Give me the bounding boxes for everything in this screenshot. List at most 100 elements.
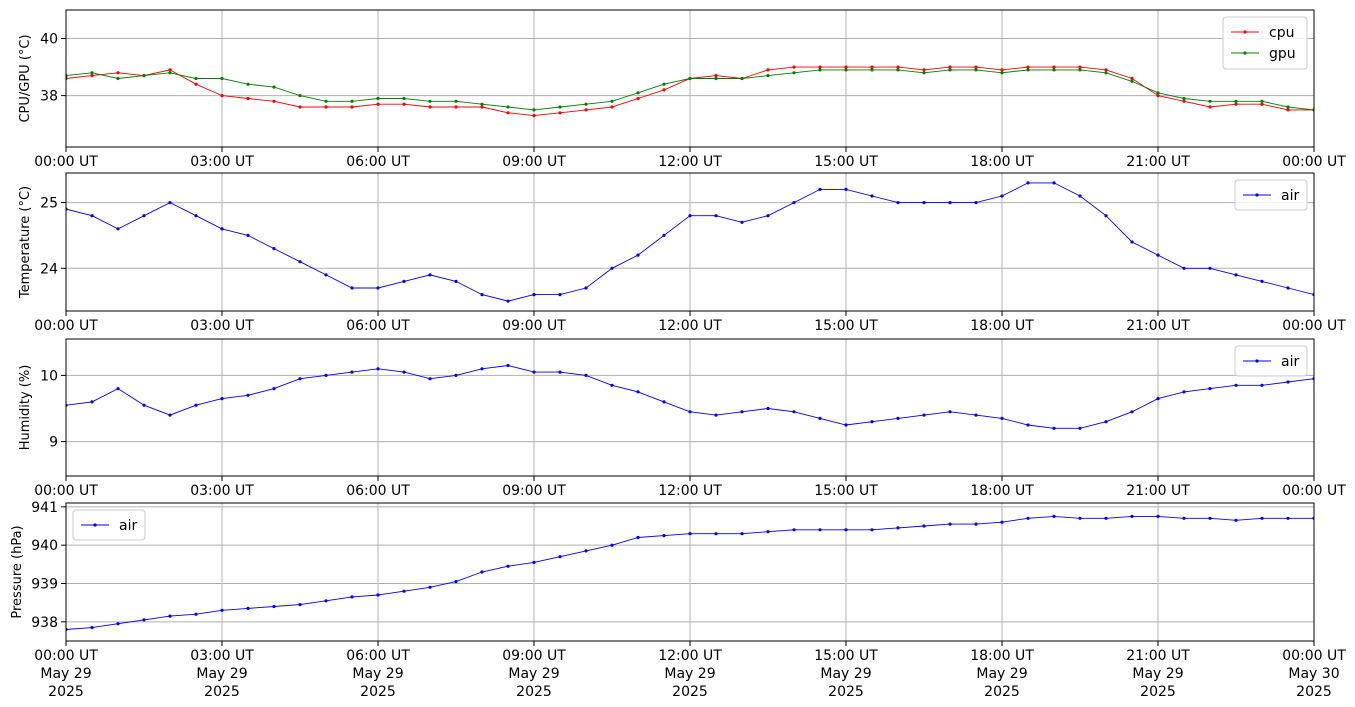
data-point-air [298,603,302,607]
data-point-air [662,400,666,404]
data-point-air [896,416,900,420]
data-point-air [662,534,666,538]
data-point-air [714,532,718,536]
legend-marker-air [93,523,97,527]
data-point-air [1130,240,1134,244]
x-year-label: 2025 [828,684,864,700]
data-point-cpu [168,68,172,72]
data-point-air [454,373,458,377]
data-point-cpu [116,71,120,75]
data-point-air [1000,194,1004,198]
data-point-gpu [818,68,822,72]
data-point-cpu [636,96,640,101]
data-point-gpu [792,71,796,75]
x-tick-label: 12:00 UT [658,483,722,499]
legend-marker-air [1255,359,1259,363]
data-point-air [974,201,978,205]
data-point-air [194,403,198,407]
data-point-cpu [428,105,432,109]
data-point-air [1208,516,1212,520]
data-point-gpu [974,68,978,72]
figure: 00:00 UT 03:00 UT 06:00 UT 09:00 UT 12:00 UT… [10,9,1346,700]
data-point-cpu [90,74,94,78]
data-point-air [584,373,588,377]
y-tick-label: 9 [49,435,58,451]
data-point-air [870,528,874,532]
data-point-air [1208,266,1212,270]
data-point-gpu [584,102,588,106]
data-point-air [428,585,432,589]
data-point-air [298,377,302,381]
data-point-gpu [142,74,146,78]
data-point-gpu [220,76,224,81]
data-point-air [948,522,952,526]
x-tick-label: 06:00 UT [346,154,410,170]
x-tick-label: 00:00 UT [34,318,98,334]
legend: air [72,509,146,541]
data-point-air [1208,387,1212,391]
legend-marker-cpu [1243,30,1247,34]
data-point-air [766,406,770,411]
data-point-air [584,549,588,553]
x-year-label: 2025 [516,684,552,700]
data-point-air [220,608,224,612]
data-point-cpu [506,111,510,115]
data-point-gpu [1052,68,1056,72]
data-point-air [272,387,276,391]
data-point-air [1260,516,1264,520]
data-point-cpu [662,88,666,92]
data-point-air [1130,514,1134,519]
data-point-air [792,410,796,414]
data-point-cpu [324,105,328,109]
y-axis-label: Humidity (%) [18,365,33,451]
data-point-air [558,370,562,374]
data-point-air [1182,390,1186,394]
data-point-gpu [428,99,432,103]
data-point-air [480,293,484,297]
data-point-air [740,220,744,224]
data-point-air [792,528,796,532]
data-point-air [766,214,770,218]
data-point-air [558,555,562,559]
y-tick-label: 938 [31,615,58,631]
data-point-cpu [1130,76,1134,81]
x-date-label: May 29 [352,666,403,682]
data-point-gpu [272,85,276,89]
data-point-air [1286,380,1290,384]
legend-label-air: air [119,518,137,534]
legend-marker-air [1255,193,1259,197]
data-point-cpu [922,68,926,72]
data-point-gpu [688,76,692,81]
panel-3: 00:00 UT 03:00 UT 06:00 UT 09:00 UT 12:00 UT… [18,338,1346,499]
data-point-air [844,423,848,427]
data-point-air [584,286,588,290]
x-tick-label: 00:00 UT [34,154,98,170]
x-tick-label: 12:00 UT [658,318,722,334]
data-point-air [90,400,94,404]
x-year-label: 2025 [204,684,240,700]
x-tick-label: 00:00 UT [34,648,98,664]
data-point-gpu [116,76,120,81]
data-point-gpu [194,76,198,81]
data-point-air [922,413,926,417]
x-date-label: May 29 [508,666,559,682]
data-point-gpu [1104,71,1108,75]
x-tick-label: 15:00 UT [814,648,878,664]
data-point-cpu [1104,68,1108,72]
data-point-air [376,286,380,290]
y-axis-label: CPU/GPU (°C) [18,34,33,122]
data-point-gpu [480,102,484,106]
x-tick-label: 15:00 UT [814,318,878,334]
x-tick-label: 21:00 UT [1126,648,1190,664]
x-date-label: May 29 [40,666,91,682]
x-tick-label: 09:00 UT [502,318,566,334]
data-point-air [506,564,510,568]
data-point-air [948,410,952,414]
data-point-air [688,410,692,414]
x-tick-label: 03:00 UT [190,483,254,499]
data-point-gpu [948,68,952,72]
data-point-air [402,370,406,374]
data-point-air [324,373,328,377]
data-point-air [1156,514,1160,519]
data-point-cpu [1000,68,1004,72]
